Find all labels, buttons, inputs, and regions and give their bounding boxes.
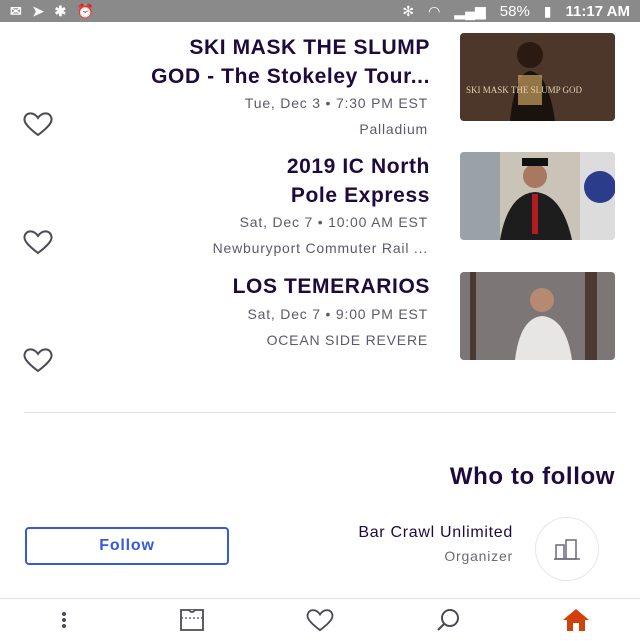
wifi-icon: ◠ <box>428 2 441 19</box>
event-card[interactable]: LOS TEMERARIOS Sat, Dec 7 • 9:00 PM EST … <box>0 272 640 392</box>
status-bar: ✉ ➤ ✱ ⏰ ✻ ◠ ▂▄▆ 58% ▮ 11:17 AM <box>0 0 640 22</box>
event-card[interactable]: SKI MASK THE SLUMP GOD SKI MASK THE SLUM… <box>0 33 640 153</box>
event-title[interactable]: 2019 IC North Pole Express <box>30 152 430 210</box>
bottom-tab-bar <box>0 598 640 641</box>
building-icon <box>554 539 580 560</box>
event-thumbnail[interactable] <box>460 272 615 360</box>
event-venue: OCEAN SIDE REVERE <box>266 332 428 348</box>
follow-button[interactable]: Follow <box>25 527 229 565</box>
event-title[interactable]: LOS TEMERARIOS <box>30 272 430 301</box>
event-card[interactable]: 2019 IC North Pole Express Sat, Dec 7 • … <box>0 152 640 272</box>
location-icon: ➤ <box>32 2 45 19</box>
home-icon <box>563 609 589 631</box>
fan-icon: ✱ <box>54 2 67 19</box>
tab-likes[interactable] <box>290 600 350 640</box>
event-thumbnail[interactable]: SKI MASK THE SLUMP GOD <box>460 33 615 121</box>
organizer-role: Organizer <box>444 548 513 564</box>
event-venue: Newburyport Commuter Rail ... <box>212 240 428 256</box>
organizer-avatar[interactable] <box>535 517 599 581</box>
event-date: Tue, Dec 3 • 7:30 PM EST <box>244 95 428 111</box>
divider <box>24 412 616 413</box>
ticket-icon <box>180 609 204 631</box>
event-title[interactable]: SKI MASK THE SLUMP GOD - The Stokeley To… <box>30 33 430 91</box>
alarm-icon: ⏰ <box>76 2 95 19</box>
event-date: Sat, Dec 7 • 9:00 PM EST <box>247 306 428 322</box>
more-icon <box>62 612 66 628</box>
heart-icon[interactable] <box>22 229 54 255</box>
signal-icon: ▂▄▆ <box>454 2 486 19</box>
event-thumbnail[interactable] <box>460 152 615 240</box>
organizer-name[interactable]: Bar Crawl Unlimited <box>358 524 513 542</box>
tab-home[interactable] <box>546 600 606 640</box>
tab-search[interactable] <box>418 600 478 640</box>
bluetooth-icon: ✻ <box>402 2 415 19</box>
svg-text:SKI MASK THE SLUMP GOD: SKI MASK THE SLUMP GOD <box>466 85 583 95</box>
event-date: Sat, Dec 7 • 10:00 AM EST <box>239 214 428 230</box>
who-to-follow-title: Who to follow <box>449 463 615 490</box>
event-venue: Palladium <box>359 121 428 137</box>
battery-icon: ▮ <box>543 2 552 19</box>
battery-level: 58% <box>499 2 530 20</box>
clock: 11:17 AM <box>565 2 630 20</box>
heart-icon[interactable] <box>22 347 54 373</box>
heart-icon[interactable] <box>22 111 54 137</box>
tab-tickets[interactable] <box>162 600 222 640</box>
tab-more[interactable] <box>34 600 94 640</box>
search-icon <box>437 609 459 631</box>
heart-icon <box>306 609 334 632</box>
mail-icon: ✉ <box>10 2 23 19</box>
